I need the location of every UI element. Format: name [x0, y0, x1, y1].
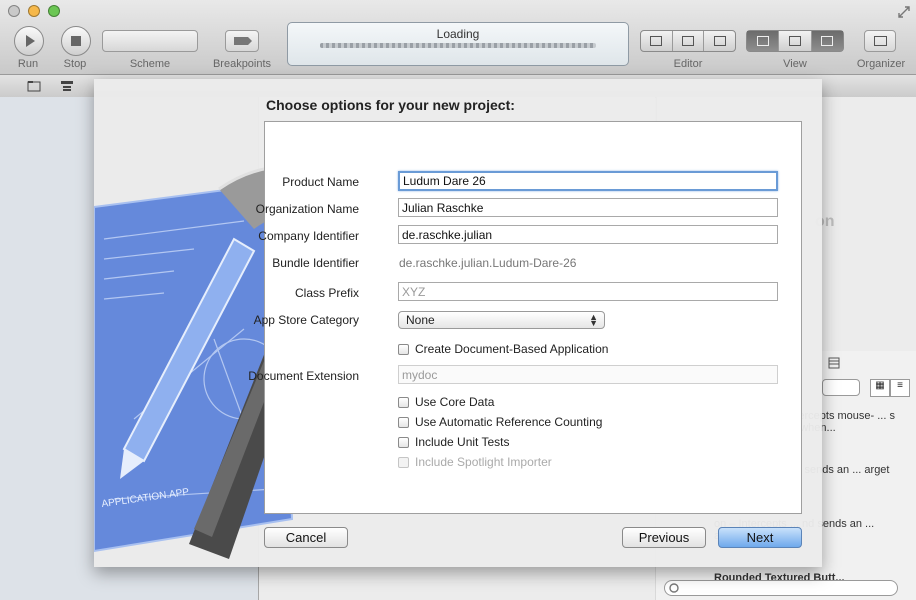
checkbox-box[interactable] — [398, 436, 409, 448]
spotlight-importer-checkbox: Include Spotlight Importer — [398, 455, 552, 469]
organizer-icon — [874, 36, 887, 46]
arc-label: Use Automatic Reference Counting — [415, 415, 603, 429]
debug-area-toggle-button[interactable] — [779, 31, 812, 51]
filter-icon — [669, 583, 679, 593]
navigator-icon — [756, 36, 769, 46]
bundle-identifier-label: Bundle Identifier — [272, 256, 359, 270]
stop-button[interactable] — [61, 26, 91, 56]
organization-name-label: Organization Name — [255, 202, 359, 216]
library-filter-popup[interactable] — [822, 379, 860, 396]
document-extension-field[interactable] — [398, 365, 778, 384]
utilities-toggle-button[interactable] — [811, 31, 843, 51]
navigator-toggle-button[interactable] — [747, 31, 780, 51]
library-grid-icon[interactable] — [828, 357, 840, 369]
standard-editor-button[interactable] — [641, 31, 673, 51]
app-store-category-popup[interactable]: None ▲ ▼ — [398, 311, 605, 329]
zoom-window-button[interactable] — [48, 5, 60, 17]
utilities-icon — [821, 36, 834, 46]
version-editor-icon — [713, 36, 726, 46]
use-core-data-checkbox[interactable]: Use Core Data — [398, 395, 494, 409]
document-based-label: Create Document-Based Application — [415, 342, 609, 356]
organization-name-field[interactable] — [398, 198, 778, 217]
minimize-window-button[interactable] — [28, 5, 40, 17]
popup-arrows-icon: ▲ ▼ — [589, 312, 598, 328]
folder-icon[interactable] — [27, 80, 41, 92]
hierarchy-icon[interactable] — [60, 80, 74, 92]
unit-tests-checkbox[interactable]: Include Unit Tests — [398, 435, 510, 449]
activity-title: Loading — [436, 27, 480, 41]
run-button[interactable] — [14, 26, 44, 56]
company-identifier-field[interactable] — [398, 225, 778, 244]
document-based-checkbox[interactable]: Create Document-Based Application — [398, 342, 608, 356]
arc-checkbox[interactable]: Use Automatic Reference Counting — [398, 415, 602, 429]
cancel-button[interactable]: Cancel — [264, 527, 348, 548]
organizer-label: Organizer — [856, 58, 906, 70]
unit-tests-label: Include Unit Tests — [415, 435, 510, 449]
breakpoints-button[interactable] — [225, 30, 259, 52]
stop-icon — [71, 36, 81, 46]
sheet-title: Choose options for your new project: — [266, 97, 515, 113]
view-segmented-control[interactable] — [746, 30, 844, 52]
product-name-field[interactable] — [398, 171, 778, 191]
debug-area-icon — [788, 36, 801, 46]
document-extension-label: Document Extension — [248, 369, 359, 383]
window-toolbar: Run Stop Scheme Breakpoints Loading Edit… — [0, 0, 916, 75]
bundle-identifier-value: de.raschke.julian.Ludum-Dare-26 — [399, 256, 577, 270]
list-view-button[interactable]: ≡ — [890, 379, 910, 397]
spotlight-label: Include Spotlight Importer — [415, 455, 552, 469]
scheme-selector[interactable] — [102, 30, 198, 52]
editor-segmented-control[interactable] — [640, 30, 736, 52]
icon-view-button[interactable]: ▦ — [870, 379, 890, 397]
checkbox-box — [398, 456, 409, 468]
breakpoint-icon — [234, 37, 252, 45]
organizer-button[interactable] — [864, 30, 896, 52]
view-label: View — [783, 58, 807, 70]
options-form: Product Name Organization Name Company I… — [248, 121, 802, 514]
assistant-editor-icon — [682, 36, 694, 46]
editor-label: Editor — [673, 58, 703, 70]
standard-editor-icon — [650, 36, 663, 46]
close-window-button[interactable] — [8, 5, 20, 17]
app-store-category-value: None — [406, 313, 435, 327]
stop-label: Stop — [63, 58, 87, 70]
class-prefix-label: Class Prefix — [294, 286, 359, 300]
breakpoints-label: Breakpoints — [212, 58, 272, 70]
fullscreen-icon[interactable] — [898, 6, 910, 18]
app-store-category-label: App Store Category — [253, 313, 359, 327]
library-search-field[interactable] — [664, 580, 898, 596]
activity-viewer: Loading — [287, 22, 629, 66]
checkbox-box[interactable] — [398, 396, 409, 408]
assistant-editor-button[interactable] — [673, 31, 705, 51]
product-name-label: Product Name — [282, 175, 359, 189]
previous-button[interactable]: Previous — [622, 527, 706, 548]
checkbox-box[interactable] — [398, 343, 409, 355]
play-icon — [26, 35, 35, 47]
activity-progress-bar — [320, 43, 596, 48]
company-identifier-label: Company Identifier — [258, 229, 359, 243]
class-prefix-field[interactable] — [398, 282, 778, 301]
new-project-sheet: Choose options for your new project: APP… — [94, 79, 822, 567]
use-core-data-label: Use Core Data — [415, 395, 495, 409]
scheme-label: Scheme — [129, 58, 171, 70]
library-item[interactable]: Rounded Textured Butt... — [658, 572, 898, 580]
version-editor-button[interactable] — [704, 31, 735, 51]
next-button[interactable]: Next — [718, 527, 802, 548]
checkbox-box[interactable] — [398, 416, 409, 428]
run-label: Run — [17, 58, 39, 70]
